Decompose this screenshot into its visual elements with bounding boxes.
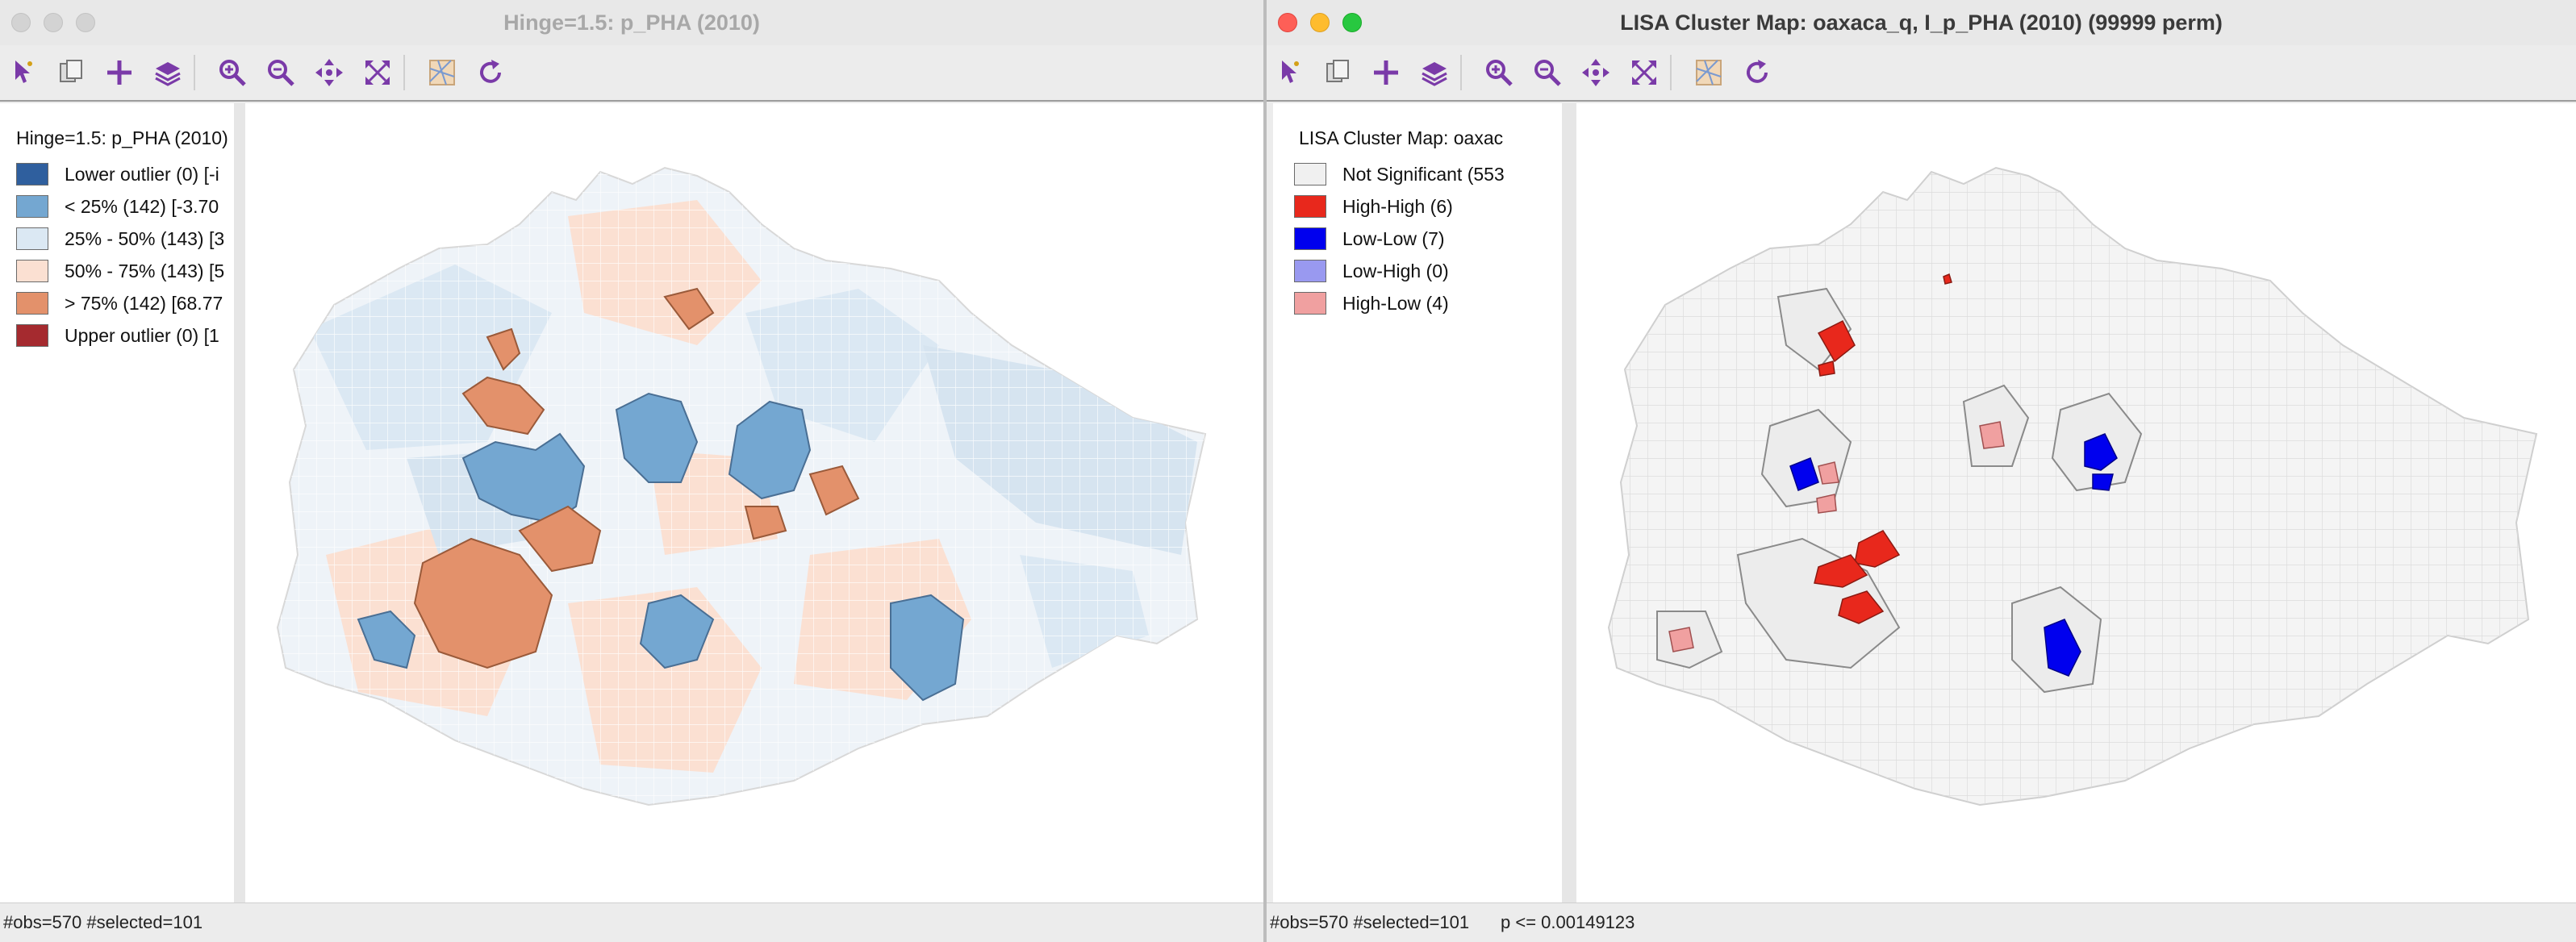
title-bar[interactable]: LISA Cluster Map: oaxaca_q, I_p_PHA (201… bbox=[1267, 0, 2576, 46]
panel-splitter[interactable] bbox=[1562, 103, 1576, 903]
legend-label: Not Significant (553 bbox=[1342, 163, 1505, 185]
select-icon[interactable] bbox=[1273, 55, 1309, 90]
legend-label: Low-High (0) bbox=[1342, 260, 1449, 281]
legend-items: Not Significant (553 High-High (6) Low-Low… bbox=[1294, 158, 1505, 319]
legend-label: Upper outlier (0) [1 bbox=[65, 324, 219, 346]
legend-swatch[interactable] bbox=[1294, 227, 1326, 250]
legend-item[interactable]: High-Low (4) bbox=[1294, 287, 1505, 319]
pan-icon[interactable] bbox=[1578, 55, 1614, 90]
map-canvas[interactable] bbox=[245, 103, 1263, 903]
legend-label: < 25% (142) [-3.70 bbox=[65, 195, 219, 217]
lisa-cluster-map-window: LISA Cluster Map: oaxaca_q, I_p_PHA (201… bbox=[1267, 0, 2576, 942]
legend-panel: Hinge=1.5: p_PHA (2010) Lower outlier (0… bbox=[0, 103, 234, 903]
refresh-icon[interactable] bbox=[473, 55, 508, 90]
legend-swatch[interactable] bbox=[16, 292, 48, 315]
legend-item[interactable]: > 75% (142) [68.77 bbox=[16, 287, 224, 319]
legend-swatch[interactable] bbox=[16, 227, 48, 250]
legend-label: Low-Low (7) bbox=[1342, 227, 1445, 249]
legend-title: LISA Cluster Map: oaxac bbox=[1299, 127, 1504, 148]
zoom-in-icon[interactable] bbox=[1481, 55, 1517, 90]
oaxaca-state-shape[interactable] bbox=[245, 103, 1263, 903]
oaxaca-box-map[interactable] bbox=[245, 103, 1263, 903]
copy-icon[interactable] bbox=[53, 55, 89, 90]
legend-item[interactable]: 50% - 75% (143) [5 bbox=[16, 255, 224, 287]
legend-title: Hinge=1.5: p_PHA (2010) bbox=[16, 127, 228, 148]
select-icon[interactable] bbox=[6, 55, 42, 90]
status-text: #obs=570 #selected=101 bbox=[1270, 912, 1470, 932]
legend-swatch[interactable] bbox=[1294, 260, 1326, 282]
legend-label: High-High (6) bbox=[1342, 195, 1453, 217]
toolbar-separator bbox=[194, 55, 195, 90]
legend-swatch[interactable] bbox=[16, 163, 48, 185]
add-icon[interactable] bbox=[102, 55, 137, 90]
legend-panel: LISA Cluster Map: oaxac Not Significant … bbox=[1273, 103, 1562, 903]
high-low-cluster[interactable] bbox=[1668, 627, 1694, 652]
status-bar: #obs=570 #selected=101 bbox=[0, 902, 1263, 942]
box-map-window: Hinge=1.5: p_PHA (2010) Hinge=1.5: p_PHA… bbox=[0, 0, 1263, 942]
basemap-icon[interactable] bbox=[424, 55, 460, 90]
toolbar-separator bbox=[1670, 55, 1672, 90]
zoom-in-icon[interactable] bbox=[215, 55, 250, 90]
high-low-cluster[interactable] bbox=[1816, 494, 1837, 514]
legend-item[interactable]: Not Significant (553 bbox=[1294, 158, 1505, 190]
legend-item[interactable]: High-High (6) bbox=[1294, 190, 1505, 223]
full-extent-icon[interactable] bbox=[1626, 55, 1662, 90]
window-title: Hinge=1.5: p_PHA (2010) bbox=[503, 10, 760, 35]
legend-item[interactable]: Lower outlier (0) [-i bbox=[16, 158, 224, 190]
toolbar-separator bbox=[1460, 55, 1462, 90]
title-bar[interactable]: Hinge=1.5: p_PHA (2010) bbox=[0, 0, 1263, 46]
legend-label: 50% - 75% (143) [5 bbox=[65, 260, 225, 281]
full-extent-icon[interactable] bbox=[360, 55, 395, 90]
status-bar: #obs=570 #selected=101 p <= 0.00149123 bbox=[1267, 902, 2576, 942]
significance-cutoff: p <= 0.00149123 bbox=[1501, 912, 1635, 932]
legend-swatch[interactable] bbox=[16, 324, 48, 347]
legend-swatch[interactable] bbox=[16, 260, 48, 282]
legend-swatch[interactable] bbox=[16, 195, 48, 218]
low-low-cluster[interactable] bbox=[2092, 473, 2114, 491]
legend-swatch[interactable] bbox=[1294, 292, 1326, 315]
legend-label: 25% - 50% (143) [3 bbox=[65, 227, 225, 249]
legend-item[interactable]: Low-Low (7) bbox=[1294, 223, 1505, 255]
status-text: #obs=570 #selected=101 bbox=[3, 912, 203, 932]
legend-label: Lower outlier (0) [-i bbox=[65, 163, 219, 185]
basemap-icon[interactable] bbox=[1691, 55, 1726, 90]
zoom-out-icon[interactable] bbox=[263, 55, 299, 90]
legend-label: High-Low (4) bbox=[1342, 292, 1449, 314]
legend-item[interactable]: 25% - 50% (143) [3 bbox=[16, 223, 224, 255]
layers-icon[interactable] bbox=[1417, 55, 1452, 90]
layers-icon[interactable] bbox=[150, 55, 186, 90]
zoom-out-icon[interactable] bbox=[1530, 55, 1565, 90]
map-toolbar bbox=[1267, 45, 2576, 102]
window-title: LISA Cluster Map: oaxaca_q, I_p_PHA (201… bbox=[1620, 10, 2223, 35]
toolbar-separator bbox=[403, 55, 405, 90]
legend-item[interactable]: Low-High (0) bbox=[1294, 255, 1505, 287]
oaxaca-state-shape[interactable] bbox=[1576, 103, 2576, 903]
legend-label: > 75% (142) [68.77 bbox=[65, 292, 223, 314]
legend-swatch[interactable] bbox=[1294, 195, 1326, 218]
map-toolbar bbox=[0, 45, 1263, 102]
refresh-icon[interactable] bbox=[1739, 55, 1775, 90]
copy-icon[interactable] bbox=[1320, 55, 1355, 90]
legend-swatch[interactable] bbox=[1294, 163, 1326, 185]
map-canvas[interactable] bbox=[1576, 103, 2576, 903]
legend-items: Lower outlier (0) [-i < 25% (142) [-3.70 2… bbox=[16, 158, 224, 352]
high-low-cluster[interactable] bbox=[1818, 461, 1839, 485]
oaxaca-lisa-cluster-map[interactable] bbox=[1576, 103, 2576, 903]
legend-item[interactable]: Upper outlier (0) [1 bbox=[16, 319, 224, 352]
high-low-cluster[interactable] bbox=[1979, 421, 2005, 449]
panel-splitter[interactable] bbox=[234, 103, 245, 903]
pan-icon[interactable] bbox=[311, 55, 347, 90]
add-icon[interactable] bbox=[1368, 55, 1404, 90]
legend-item[interactable]: < 25% (142) [-3.70 bbox=[16, 190, 224, 223]
